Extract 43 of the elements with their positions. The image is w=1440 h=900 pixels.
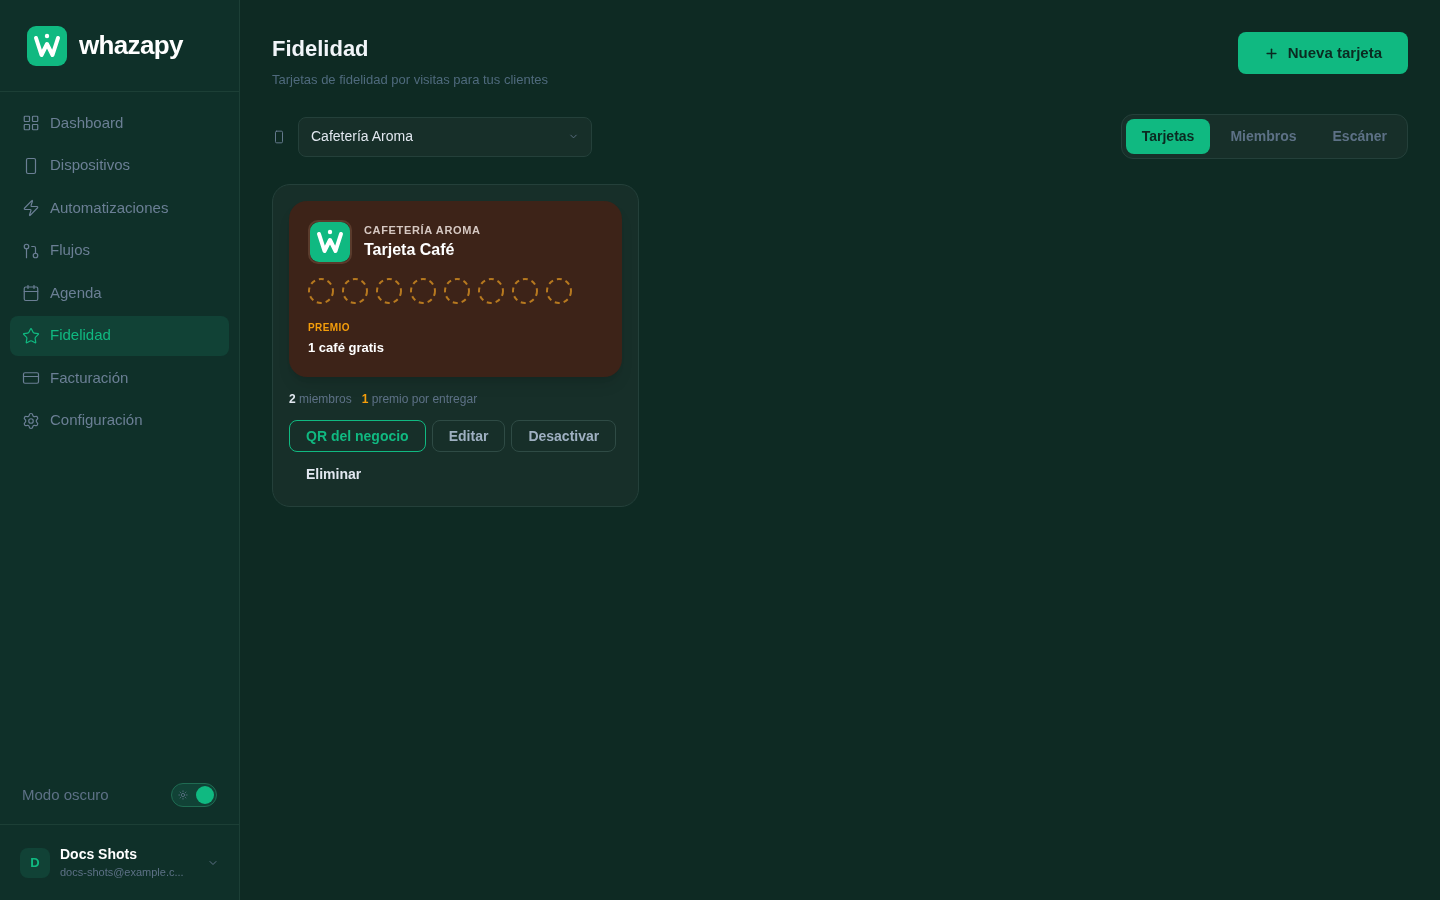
tab[interactable]: Miembros — [1214, 119, 1313, 154]
user-email: docs-shots@example.c... — [60, 864, 185, 880]
dark-mode-label: Modo oscuro — [22, 784, 109, 805]
lightning-icon — [22, 199, 40, 217]
logo-icon — [27, 25, 67, 66]
page-subtitle: Tarjetas de fidelidad por visitas para tus clientes — [272, 71, 549, 89]
business-name: CAFETERÍA AROMA — [364, 223, 481, 238]
card-action-button[interactable]: QR del negocio — [289, 420, 426, 452]
branch-icon — [22, 241, 40, 260]
brand-name: whazapy — [79, 29, 183, 62]
nav-item[interactable]: Dashboard — [10, 103, 229, 143]
nav-item[interactable]: Facturación — [10, 358, 229, 398]
stat-text: 2 miembros — [289, 391, 352, 407]
stat-text: 1 premio por entregar — [361, 391, 478, 407]
nav-item[interactable]: Configuración — [10, 400, 229, 441]
nav-item[interactable]: Fidelidad — [10, 315, 229, 356]
nav-item[interactable]: Dispositivos — [10, 145, 229, 186]
nav-item[interactable]: Agenda — [10, 273, 229, 313]
card-action-button[interactable]: Desactivar — [511, 420, 617, 452]
grid-icon — [22, 114, 40, 132]
nav-item[interactable]: Flujos — [10, 230, 229, 271]
tab[interactable]: Tarjetas — [1125, 119, 1211, 154]
calendar-icon — [22, 284, 40, 302]
sun-icon — [178, 790, 188, 800]
card-action-button[interactable]: Editar — [431, 420, 506, 452]
reward-label: PREMIO — [308, 321, 351, 335]
tab[interactable]: Escáner — [1316, 119, 1403, 154]
business-select[interactable]: Cafetería Aroma — [298, 116, 592, 157]
page-title: Fidelidad — [272, 35, 370, 63]
new-card-button[interactable]: Nueva tarjeta — [1237, 32, 1408, 74]
plus-icon — [1263, 45, 1279, 61]
dark-mode-toggle[interactable] — [171, 783, 217, 807]
settings-icon — [22, 411, 40, 430]
nav-item[interactable]: Automatizaciones — [10, 188, 229, 228]
star-icon — [22, 326, 40, 345]
credit-card-icon — [22, 369, 40, 387]
device-icon — [272, 129, 286, 144]
user-avatar: D — [20, 847, 50, 878]
toggle-thumb-icon — [196, 786, 214, 804]
user-name: Docs Shots — [60, 844, 138, 863]
card-title: Tarjeta Café — [364, 240, 456, 260]
card-action-button[interactable]: Eliminar — [289, 458, 379, 490]
reward-text: 1 café gratis — [308, 339, 385, 357]
